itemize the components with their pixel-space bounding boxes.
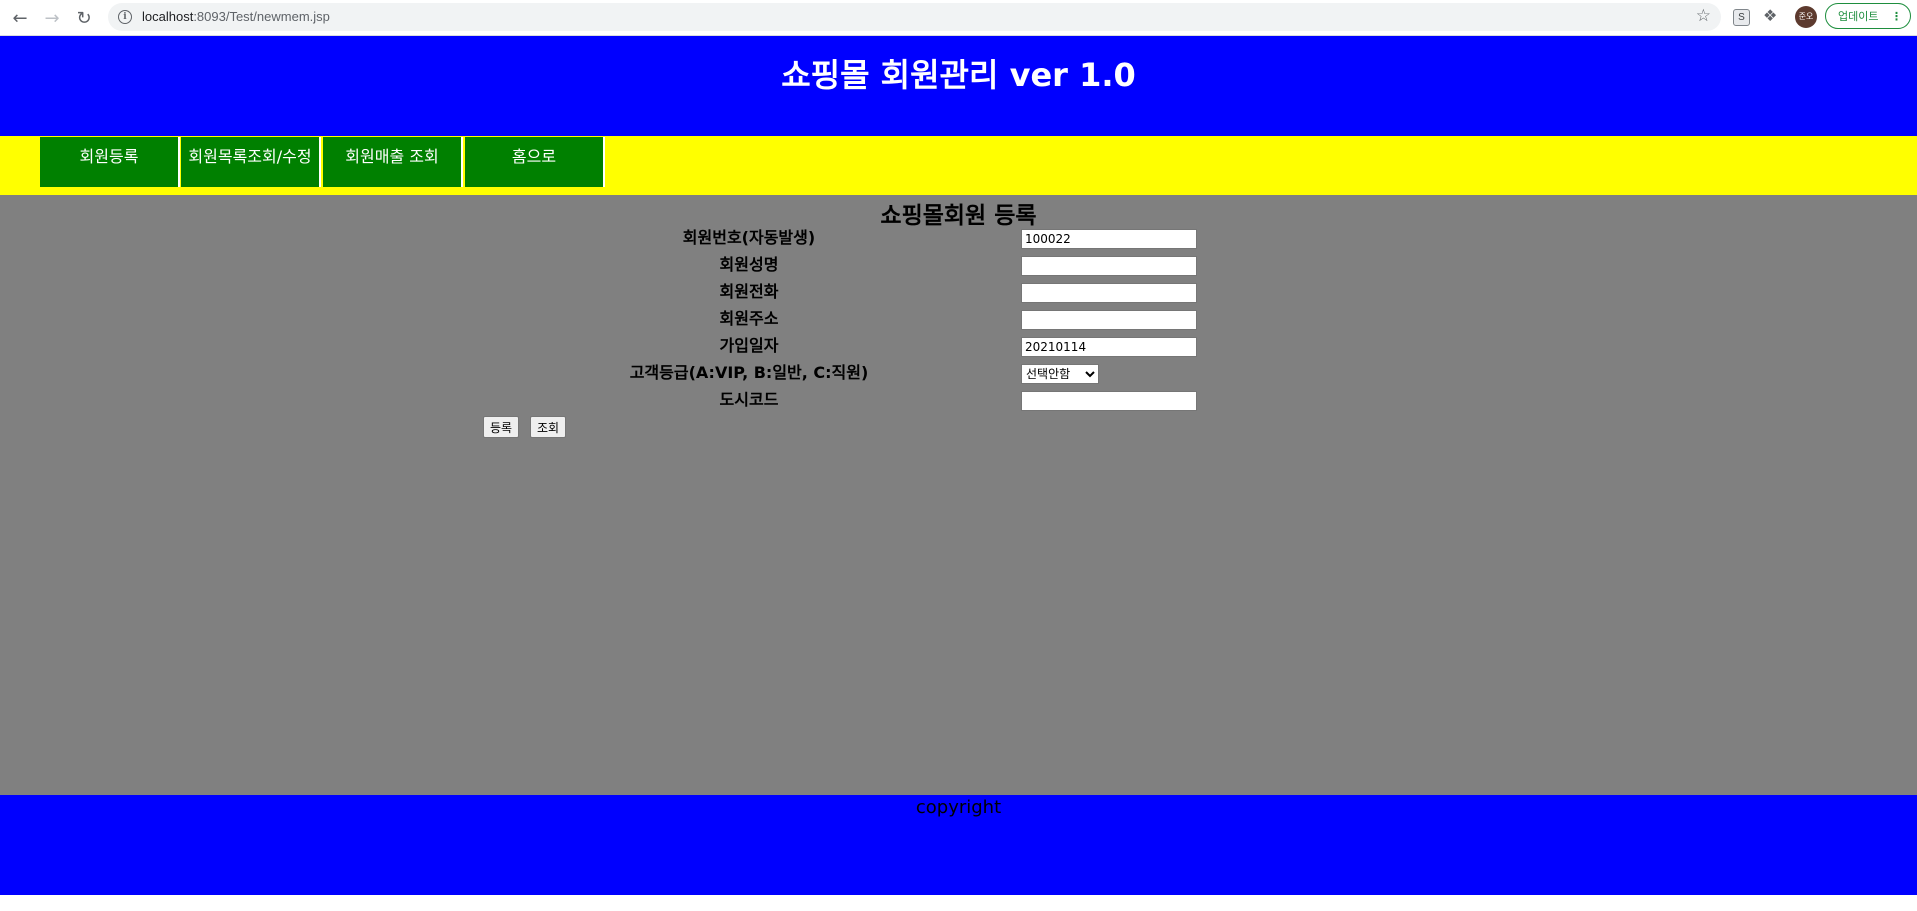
update-button[interactable]: 업데이트 ⋮ <box>1825 3 1911 29</box>
extensions-puzzle-icon[interactable]: ❖ <box>1763 6 1777 25</box>
grade-label: 고객등급(A:VIP, B:일반, C:직원) <box>629 363 869 382</box>
form-row-city-code: 도시코드 <box>0 389 1917 411</box>
page: 쇼핑몰 회원관리 ver 1.0 회원등록 회원목록조회/수정 회원매출 조회 … <box>0 36 1917 911</box>
form-title: 쇼핑몰회원 등록 <box>880 203 1037 229</box>
info-icon[interactable]: i <box>118 10 132 24</box>
form-row-member-no: 회원번호(자동발생) <box>0 227 1917 249</box>
member-phone-label: 회원전화 <box>719 282 779 301</box>
join-date-label: 가입일자 <box>719 336 779 355</box>
grade-select[interactable]: 선택안함 <box>1021 364 1099 384</box>
member-name-input[interactable] <box>1021 256 1197 276</box>
back-arrow-icon[interactable]: ← <box>8 6 32 30</box>
url-host: localhost <box>142 9 194 24</box>
site-footer: copyright <box>0 795 1917 895</box>
member-address-label: 회원주소 <box>719 309 779 328</box>
menu-item-register[interactable]: 회원등록 <box>40 137 180 187</box>
site-header: 쇼핑몰 회원관리 ver 1.0 <box>0 36 1917 136</box>
copyright-text: copyright <box>915 797 1002 818</box>
address-bar[interactable]: i localhost:8093/Test/newmem.jsp ☆ <box>108 3 1721 31</box>
menu-item-home[interactable]: 홈으로 <box>465 137 605 187</box>
form-row-join-date: 가입일자 <box>0 335 1917 357</box>
bookmark-star-icon[interactable]: ☆ <box>1696 6 1711 26</box>
form-row-grade: 고객등급(A:VIP, B:일반, C:직원) 선택안함 <box>0 362 1917 384</box>
register-button[interactable]: 등록 <box>483 416 520 438</box>
page-bottom-margin <box>0 895 1917 911</box>
content-area: 쇼핑몰회원 등록 회원번호(자동발생) 회원성명 회원전화 회원주소 가입일자 … <box>0 195 1917 795</box>
site-title: 쇼핑몰 회원관리 ver 1.0 <box>781 56 1136 94</box>
form-row-member-name: 회원성명 <box>0 254 1917 276</box>
forward-arrow-icon[interactable]: → <box>40 6 64 30</box>
city-code-label: 도시코드 <box>719 390 779 409</box>
member-phone-input[interactable] <box>1021 283 1197 303</box>
update-label: 업데이트 <box>1838 10 1879 23</box>
browser-toolbar: ← → ↻ i localhost:8093/Test/newmem.jsp ☆… <box>0 0 1917 36</box>
form-buttons-row: 등록 조회 <box>0 416 1917 438</box>
menu-item-sales[interactable]: 회원매출 조회 <box>323 137 463 187</box>
main-menu: 회원등록 회원목록조회/수정 회원매출 조회 홈으로 <box>0 136 1917 195</box>
member-address-input[interactable] <box>1021 310 1197 330</box>
url-path: :8093/Test/newmem.jsp <box>193 9 330 24</box>
profile-avatar[interactable]: 준오 <box>1795 6 1817 28</box>
reload-icon[interactable]: ↻ <box>72 6 96 30</box>
url-text[interactable]: localhost:8093/Test/newmem.jsp <box>142 9 330 24</box>
kebab-menu-icon[interactable]: ⋮ <box>1891 4 1902 30</box>
city-code-input[interactable] <box>1021 391 1197 411</box>
member-no-label: 회원번호(자동발생) <box>682 228 816 247</box>
member-name-label: 회원성명 <box>719 255 779 274</box>
member-no-input[interactable] <box>1021 229 1197 249</box>
form-row-member-phone: 회원전화 <box>0 281 1917 303</box>
extension-s-icon[interactable]: S <box>1733 9 1750 26</box>
menu-item-member-list[interactable]: 회원목록조회/수정 <box>181 137 321 187</box>
join-date-input[interactable] <box>1021 337 1197 357</box>
form-row-member-address: 회원주소 <box>0 308 1917 330</box>
search-button[interactable]: 조회 <box>530 416 567 438</box>
